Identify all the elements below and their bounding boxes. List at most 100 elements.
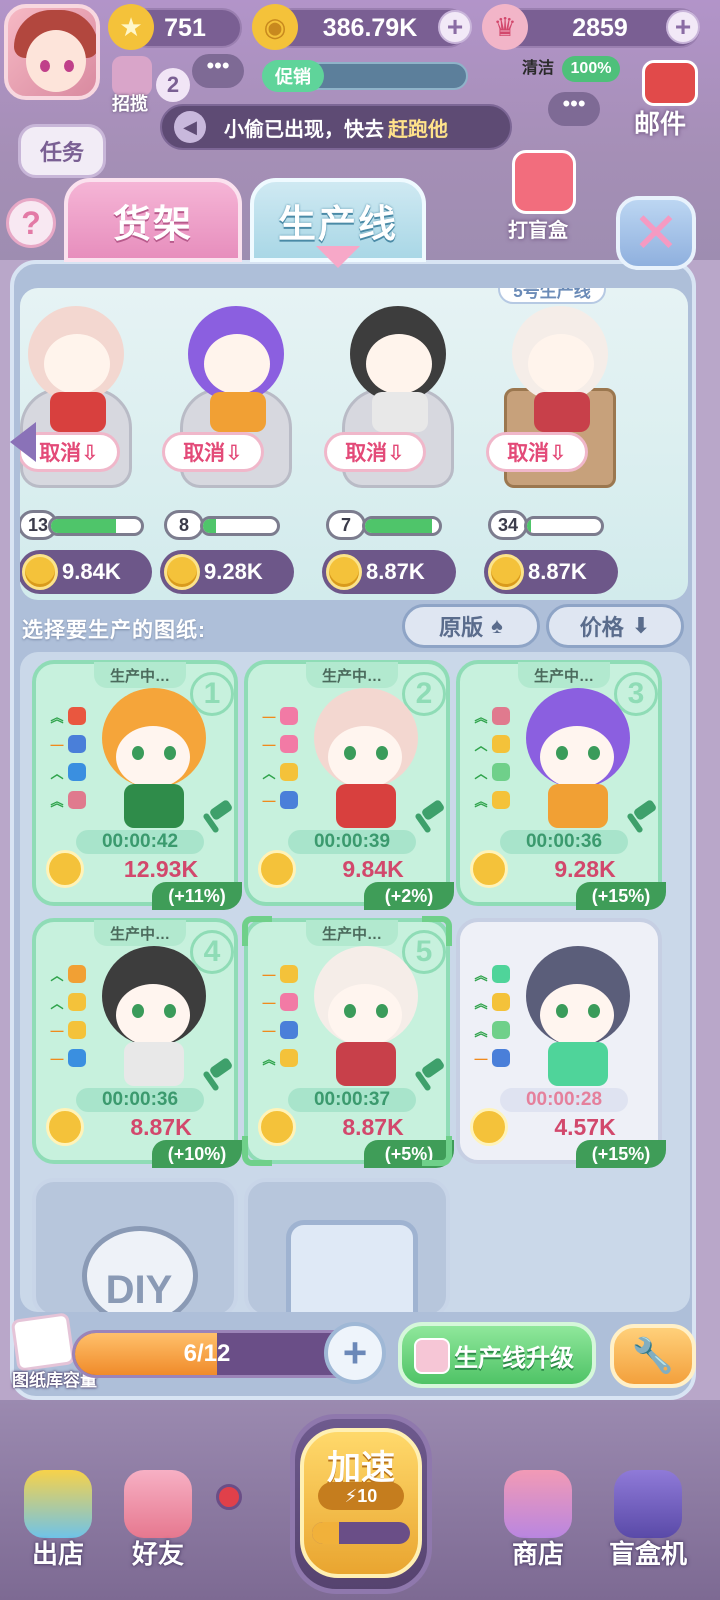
cancel-button[interactable]: 取消⇩ [162, 432, 264, 472]
character-figure [298, 942, 430, 1088]
promo-label[interactable]: 促销 [262, 60, 324, 92]
blueprint-library-icon[interactable] [10, 1312, 76, 1372]
locker-slot[interactable] [244, 1178, 450, 1312]
scroll-left-arrow-icon[interactable] [10, 422, 36, 462]
cancel-button[interactable]: 取消⇩ [324, 432, 426, 472]
capacity-text: 6/12 [183, 1340, 231, 1367]
wrench-button[interactable]: 🔧 [610, 1324, 696, 1388]
attribute-row: — [262, 786, 306, 814]
card-timer: 00:00:39 [288, 830, 416, 854]
nav-blindbox-machine-label: 盲盒机 [608, 1539, 687, 1569]
blueprint-card[interactable]: ︽ ︽ ︽ — 00:00:28 4.57K (+15%) [456, 918, 666, 1168]
character-eye [556, 1004, 568, 1018]
attribute-trend-icon: ︿ [474, 765, 488, 781]
card-bonus: (+15%) [576, 882, 666, 910]
attribute-trend-icon: ︿ [50, 967, 64, 983]
nav-store-out[interactable]: 出店 [10, 1470, 106, 1600]
attribute-trend-icon: ︽ [474, 793, 488, 809]
add-capacity-button[interactable]: + [324, 1322, 386, 1384]
nav-friends[interactable]: 好友 [110, 1470, 206, 1600]
card-bonus: (+15%) [576, 1140, 666, 1168]
card-price: 8.87K [130, 1114, 192, 1140]
add-coins-button[interactable]: + [438, 10, 472, 44]
attribute-trend-icon: ︽ [262, 1051, 276, 1067]
character-face [44, 334, 110, 394]
recruit-count-badge: 2 [156, 68, 190, 102]
character-face [540, 726, 614, 788]
production-line-slot[interactable]: 取消⇩ 34 8.87K [484, 288, 644, 600]
chat-bubble-icon[interactable]: ••• [548, 92, 600, 126]
help-button[interactable]: ? [6, 198, 56, 248]
task-button[interactable]: 任务 [18, 124, 106, 178]
attribute-icon [280, 965, 298, 983]
speed-up-bar [312, 1522, 410, 1544]
blueprint-card[interactable]: 生产中… 5— — — ︽ 00:00:37 8.87K (+5%) [242, 916, 454, 1168]
nav-friends-label: 好友 [131, 1539, 184, 1569]
recruit-button[interactable]: 招揽 2 [108, 56, 190, 114]
attribute-list: ︽ — ︿ ︽ [50, 702, 94, 814]
chat-bubble-icon[interactable]: ••• [192, 54, 244, 88]
attribute-row: ︿ [262, 758, 306, 786]
attribute-trend-icon: ︿ [474, 737, 488, 753]
attribute-trend-icon: ︽ [474, 995, 488, 1011]
attribute-trend-icon: — [50, 1022, 64, 1038]
hammer-icon[interactable] [414, 798, 446, 834]
card-price: 9.28K [554, 856, 616, 882]
coin-icon: ◉ [252, 4, 298, 50]
attribute-list: ︽ ︽ ︽ — [474, 960, 518, 1072]
diy-label: DIY [105, 1268, 173, 1312]
blueprint-card[interactable]: 生产中… 3 ︽ ︿ ︿ ︽ 00:00:36 9.28K (+15%) [456, 660, 666, 910]
vending-machine-icon [614, 1470, 682, 1538]
notice-banner[interactable]: ◀ 小偷已出现，快去 赶跑他 [160, 104, 512, 150]
line-number-label: 5号生产线 [498, 288, 606, 304]
nav-shop[interactable]: 商店 [490, 1470, 586, 1600]
star-icon: ★ [108, 4, 154, 50]
sort-price-button[interactable]: 价格 ⬇ [546, 604, 684, 648]
card-timer: 00:00:36 [76, 1088, 204, 1112]
upgrade-production-line-button[interactable]: 生产线升级 [398, 1322, 596, 1388]
nav-blindbox-machine[interactable]: 盲盒机 [600, 1470, 696, 1600]
production-line-slot[interactable]: 取消⇩ 7 8.87K [322, 288, 482, 600]
player-avatar[interactable] [4, 4, 100, 100]
cancel-label: 取消⇩ [345, 442, 405, 465]
character-eye [588, 746, 600, 760]
line-price-value: 8.87K [528, 559, 587, 584]
diy-slot[interactable]: DIY [32, 1178, 238, 1312]
blueprint-card[interactable]: 生产中… 1 ︽ — ︿ ︽ 00:00:42 12.93K (+11%) [32, 660, 242, 910]
hammer-icon[interactable] [202, 1056, 234, 1092]
sort-original-button[interactable]: 原版 ♠ [402, 604, 540, 648]
attribute-row: ︽ [50, 786, 94, 814]
line-count-value: 8 [178, 514, 189, 535]
mail-button[interactable]: 邮件 [634, 60, 704, 140]
character-figure [298, 684, 430, 830]
shop-icon [504, 1470, 572, 1538]
attribute-row: ︿ [50, 758, 94, 786]
attribute-row: — [50, 730, 94, 758]
blueprint-card[interactable]: 生产中… 2— — ︿ —00:00:39 9.84K (+2%) [244, 660, 454, 910]
hammer-icon[interactable] [202, 798, 234, 834]
selection-corner-icon [422, 916, 452, 946]
attribute-row: — [474, 1044, 518, 1072]
hammer-icon[interactable] [414, 1056, 446, 1092]
attribute-icon [68, 791, 86, 809]
production-line-slot[interactable]: 取消⇩ 13 9.84K [20, 288, 160, 600]
character-eye [164, 746, 176, 760]
attribute-row: ︽ [474, 1016, 518, 1044]
cancel-button[interactable]: 取消⇩ [486, 432, 588, 472]
character-face [116, 984, 190, 1046]
hammer-icon[interactable] [626, 798, 658, 834]
blueprint-card[interactable]: 生产中… 4 ︿ ︿ — —00:00:36 8.87K (+10%) [32, 918, 242, 1168]
card-bonus: (+10%) [152, 1140, 242, 1168]
add-gems-button[interactable]: + [666, 10, 700, 44]
close-button[interactable]: ✕ [616, 196, 696, 270]
nav-shop-label: 商店 [511, 1539, 564, 1569]
character-eye [588, 1004, 600, 1018]
card-price: 12.93K [123, 856, 199, 882]
attribute-icon [280, 1021, 298, 1039]
tab-shelf[interactable]: 货架 [64, 178, 242, 262]
blindbox-button[interactable]: 打盲盒 [500, 150, 590, 242]
production-line-slot[interactable]: 取消⇩ 8 9.28K [160, 288, 320, 600]
upgrade-label: 生产线升级 [454, 1344, 574, 1372]
attribute-trend-icon: ︽ [50, 709, 64, 725]
attribute-trend-icon: ︿ [50, 765, 64, 781]
